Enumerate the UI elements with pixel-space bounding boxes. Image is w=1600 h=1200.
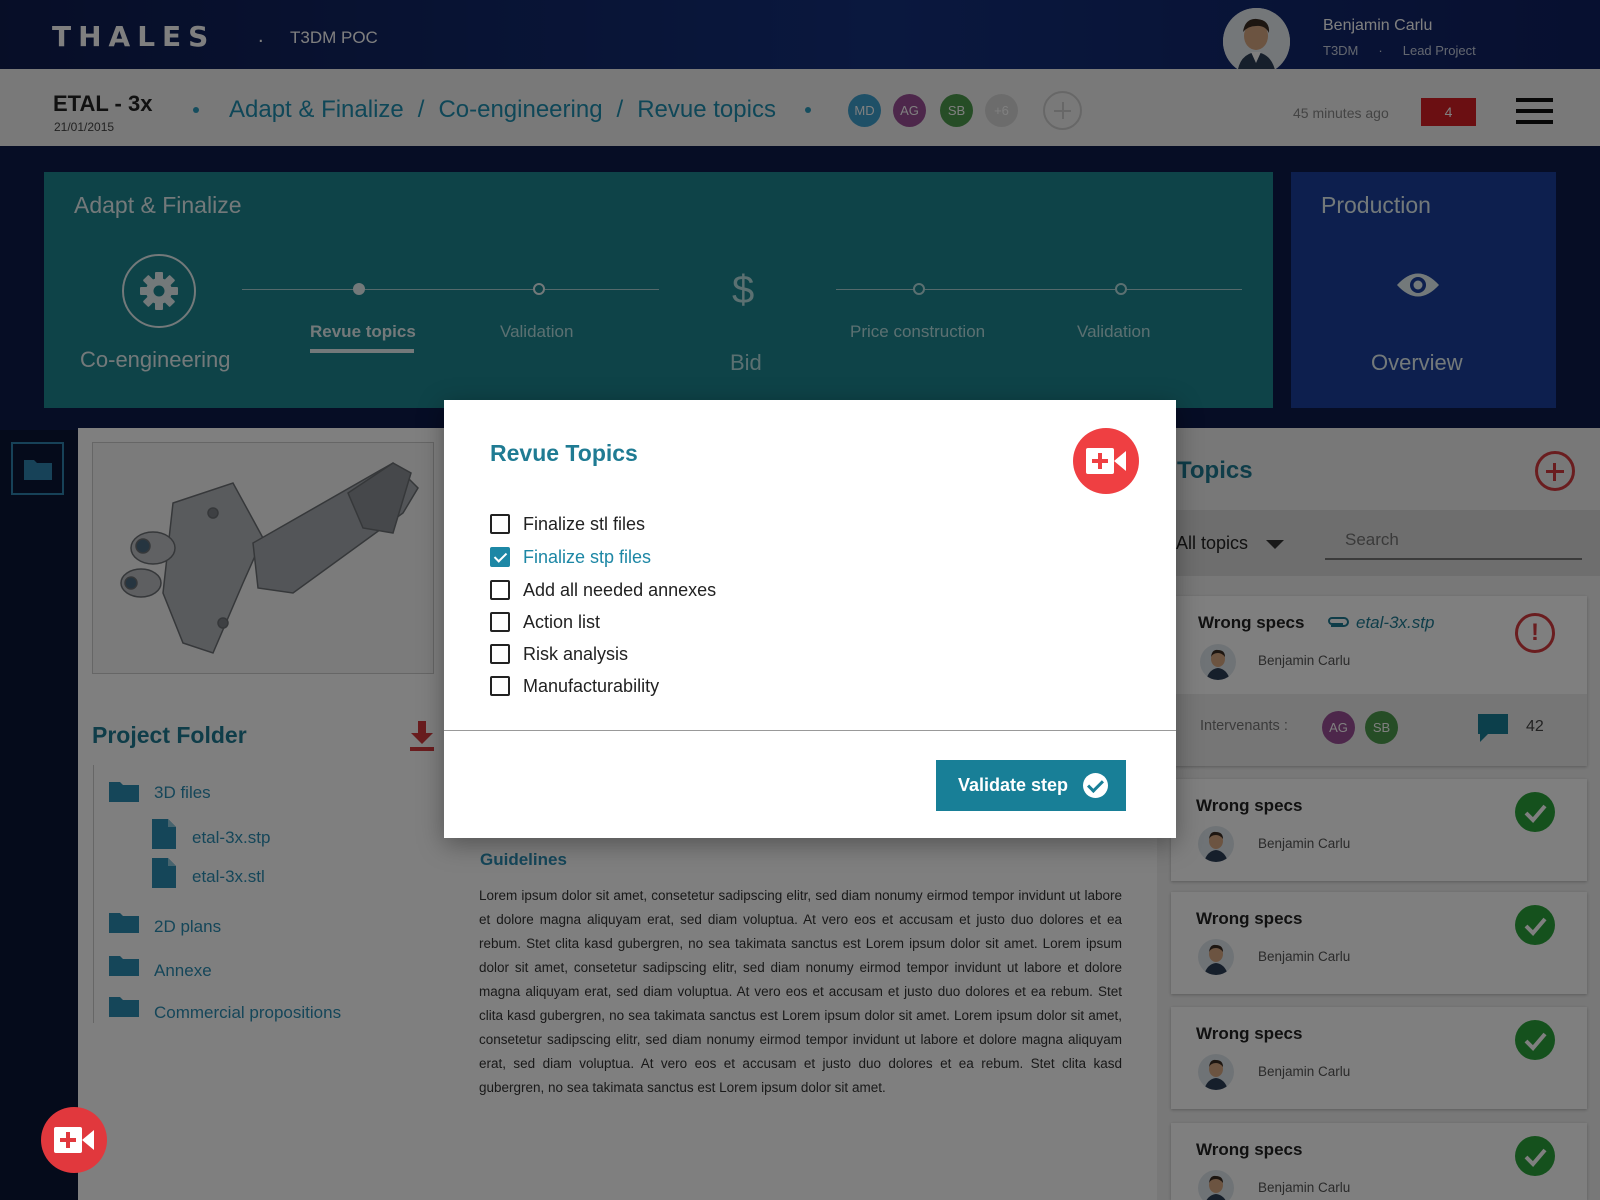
checkbox[interactable]: [490, 514, 510, 534]
modal-title: Revue Topics: [490, 440, 638, 466]
checkbox[interactable]: [490, 612, 510, 632]
check-circle-icon: [1083, 773, 1108, 798]
checklist-item[interactable]: Add all needed annexes: [490, 578, 716, 602]
checklist-item[interactable]: Finalize stp files: [490, 545, 651, 569]
start-video-call-button[interactable]: [1073, 428, 1139, 494]
video-call-button[interactable]: [41, 1107, 107, 1173]
checklist-label: Risk analysis: [523, 643, 629, 664]
modal-divider: [444, 730, 1176, 731]
checkbox-checked[interactable]: [490, 547, 510, 567]
validate-step-label: Validate step: [958, 775, 1069, 795]
checklist-label: Manufacturability: [523, 675, 660, 696]
checklist-label: Action list: [523, 611, 601, 632]
checklist-item[interactable]: Action list: [490, 610, 600, 634]
checklist-label: Finalize stp files: [523, 546, 652, 567]
video-camera-icon: [1086, 448, 1126, 474]
revue-topics-modal: Revue Topics Finalize stl files Finalize…: [444, 400, 1176, 838]
validate-step-button[interactable]: Validate step: [936, 760, 1126, 811]
video-camera-icon: [54, 1127, 94, 1153]
checkbox[interactable]: [490, 580, 510, 600]
checklist-label: Add all needed annexes: [523, 579, 717, 600]
checklist-item[interactable]: Finalize stl files: [490, 512, 645, 536]
checklist-item[interactable]: Manufacturability: [490, 674, 659, 698]
checkbox[interactable]: [490, 676, 510, 696]
checklist-item[interactable]: Risk analysis: [490, 642, 628, 666]
checklist-label: Finalize stl files: [523, 513, 646, 534]
checkbox[interactable]: [490, 644, 510, 664]
